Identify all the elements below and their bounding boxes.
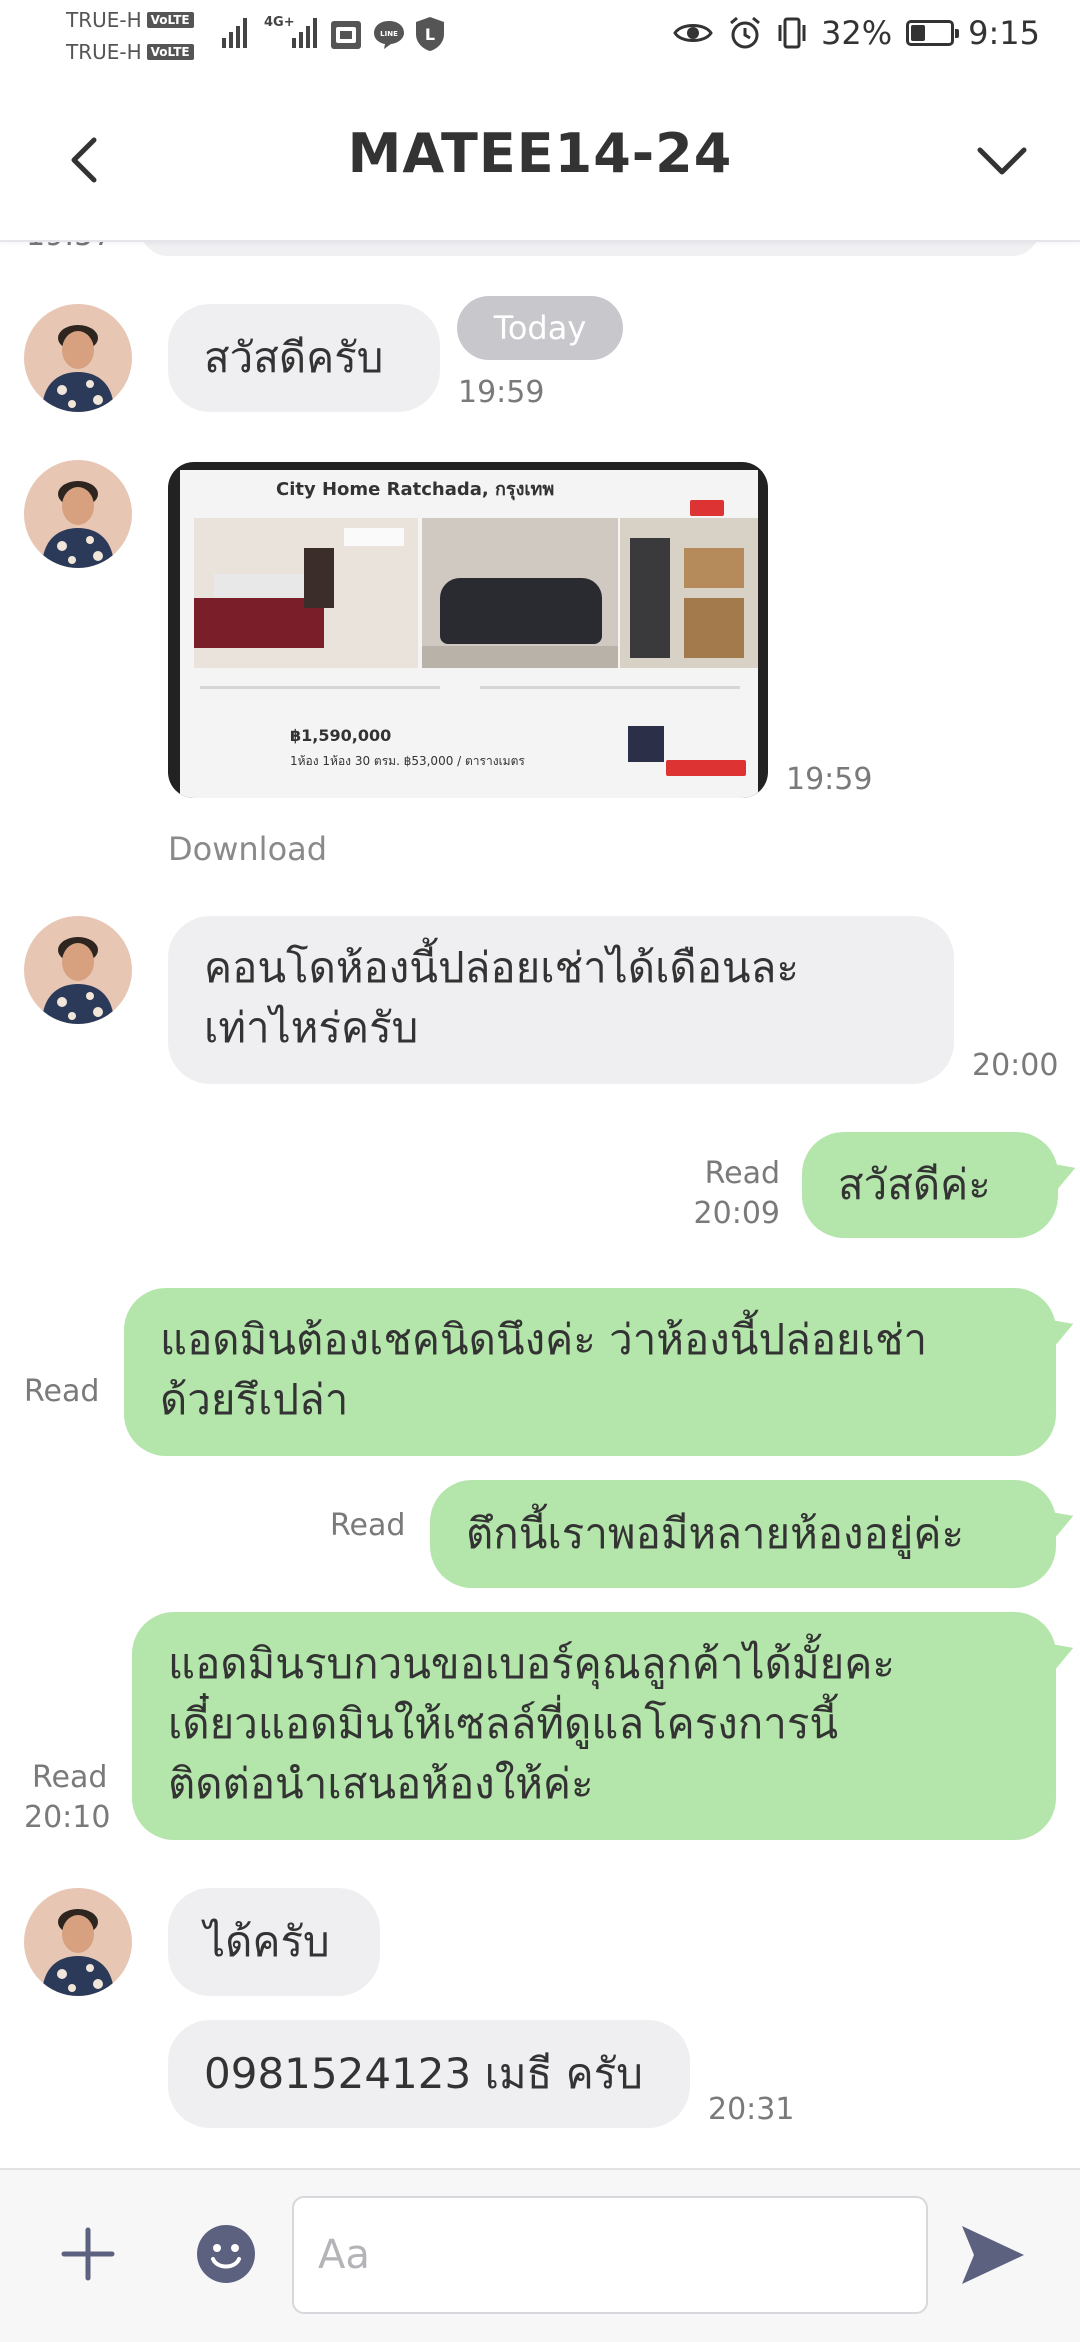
- carrier-2: TRUE-H VoLTE: [66, 40, 194, 64]
- message-time: 20:31: [708, 2092, 795, 2127]
- carrier-1: TRUE-H VoLTE: [66, 8, 194, 32]
- message-text: สวัสดีครับ: [204, 333, 384, 382]
- eye-icon: [673, 24, 713, 42]
- read-status: Read: [24, 1374, 100, 1409]
- signal-icon-2: [292, 18, 317, 48]
- message-time: 19:59: [458, 375, 545, 410]
- line-app-icon: LINE: [374, 21, 404, 49]
- listing-details: 1ห้อง 1ห้อง 30 ตรม. ฿53,000 / ตารางเมตร: [290, 754, 525, 768]
- status-bar: TRUE-H VoLTE TRUE-H VoLTE 4G+ LINE L 32%: [0, 0, 1080, 76]
- message-line: ด้วยรึเปล่า: [160, 1375, 349, 1424]
- message-time: 20:10: [24, 1800, 111, 1835]
- download-link[interactable]: Download: [168, 830, 327, 868]
- listing-screenshot: City Home Ratchada, กรุงเทพ ฿1,590,000 1…: [180, 470, 758, 798]
- listing-title: City Home Ratchada, กรุงเทพ: [276, 479, 555, 500]
- kitchen-photo: [620, 518, 758, 668]
- message-text: ตึกนี้เราพอมีหลายห้องอยู่ค่ะ: [466, 1509, 965, 1558]
- message-line: เดี๋ยวแอดมินให้เซลล์ที่ดูแลโครงการนี้: [168, 1699, 839, 1748]
- message-bubble-incoming[interactable]: 0981524123 เมธี ครับ: [168, 2020, 690, 2128]
- status-time: 9:15: [968, 14, 1040, 52]
- message-line: คอนโดห้องนี้ปล่อยเช่าได้เดือนละ: [204, 943, 799, 992]
- message-bubble-outgoing[interactable]: แอดมินต้องเชคนิดนึงค่ะ ว่าห้องนี้ปล่อยเช…: [124, 1288, 1056, 1456]
- contact-avatar[interactable]: [24, 1888, 132, 1996]
- emoji-icon[interactable]: [196, 2224, 256, 2284]
- message-bubble-outgoing[interactable]: สวัสดีค่ะ: [802, 1132, 1058, 1238]
- listing-contact-button: [666, 760, 746, 776]
- network-label: 4G+: [264, 15, 295, 30]
- read-status: Read: [704, 1156, 780, 1191]
- plus-icon[interactable]: [60, 2226, 116, 2282]
- chevron-down-icon[interactable]: [972, 132, 1032, 188]
- message-time: 20:09: [693, 1196, 780, 1231]
- l-app-icon: L: [416, 17, 444, 51]
- message-bubble-incoming[interactable]: คอนโดห้องนี้ปล่อยเช่าได้เดือนละ เท่าไหร่…: [168, 916, 954, 1084]
- alarm-icon: [730, 16, 760, 49]
- contact-avatar[interactable]: [24, 916, 132, 1024]
- contact-avatar[interactable]: [24, 304, 132, 412]
- battery-icon: [906, 20, 960, 46]
- message-bubble-incoming[interactable]: ได้ครับ: [168, 1888, 380, 1996]
- chat-title: MATEE14-24: [347, 122, 733, 185]
- vibrate-icon: [778, 17, 806, 49]
- signal-icon: [222, 18, 247, 48]
- message-bubble-incoming[interactable]: สวัสดีครับ: [168, 304, 440, 412]
- message-line: เท่าไหร่ครับ: [204, 1003, 419, 1052]
- volte-badge: VoLTE: [146, 12, 194, 28]
- message-time: 20:00: [972, 1048, 1059, 1083]
- message-text: 0981524123 เมธี ครับ: [204, 2049, 643, 2098]
- listing-price: ฿1,590,000: [290, 726, 392, 745]
- svg-text:L: L: [425, 25, 435, 44]
- volte-badge: VoLTE: [146, 44, 194, 60]
- send-icon[interactable]: [960, 2224, 1026, 2286]
- message-line: แอดมินต้องเชคนิดนึงค่ะ ว่าห้องนี้ปล่อยเช…: [160, 1315, 928, 1364]
- message-line: แอดมินรบกวนขอเบอร์คุณลูกค้าได้มั้ยคะ: [168, 1639, 895, 1688]
- message-bubble-outgoing[interactable]: แอดมินรบกวนขอเบอร์คุณลูกค้าได้มั้ยคะ เดี…: [132, 1612, 1056, 1840]
- message-input-bar: [0, 2168, 1080, 2342]
- sofa-photo: [422, 518, 618, 668]
- read-status: Read: [32, 1760, 108, 1795]
- contact-avatar[interactable]: [24, 460, 132, 568]
- carrier-1-label: TRUE-H: [66, 8, 142, 32]
- svg-text:LINE: LINE: [380, 30, 398, 38]
- sim-icon: [331, 21, 361, 49]
- message-text: ได้ครับ: [204, 1917, 330, 1966]
- carrier-2-label: TRUE-H: [66, 40, 142, 64]
- message-bubble-outgoing[interactable]: ตึกนี้เราพอมีหลายห้องอยู่ค่ะ: [430, 1480, 1056, 1588]
- agency-logo: [628, 726, 664, 762]
- message-time: 19:59: [786, 762, 873, 797]
- image-message[interactable]: City Home Ratchada, กรุงเทพ ฿1,590,000 1…: [168, 462, 768, 798]
- message-meta: Read 20:10: [24, 1758, 110, 1838]
- battery-fill: [911, 25, 925, 41]
- read-status: Read: [330, 1508, 406, 1543]
- message-input[interactable]: [292, 2196, 928, 2314]
- status-right: 32% 9:15: [673, 14, 1040, 52]
- bedroom-photo: [194, 518, 418, 668]
- date-separator: Today: [457, 296, 623, 360]
- battery-percent: 32%: [821, 14, 893, 52]
- chat-header: MATEE14-24: [0, 80, 1080, 242]
- network-type-icon: 4G+: [264, 16, 295, 30]
- chat-area[interactable]: 19:57 สวัสดีครับ Today 19:59 City Home R…: [0, 240, 1080, 2168]
- listing-button: [690, 500, 724, 516]
- message-text: สวัสดีค่ะ: [838, 1160, 991, 1209]
- message-meta: Read 20:09: [660, 1154, 780, 1234]
- previous-message-bubble: [140, 240, 1040, 256]
- message-line: ติดต่อนำเสนอห้องให้ค่ะ: [168, 1759, 594, 1808]
